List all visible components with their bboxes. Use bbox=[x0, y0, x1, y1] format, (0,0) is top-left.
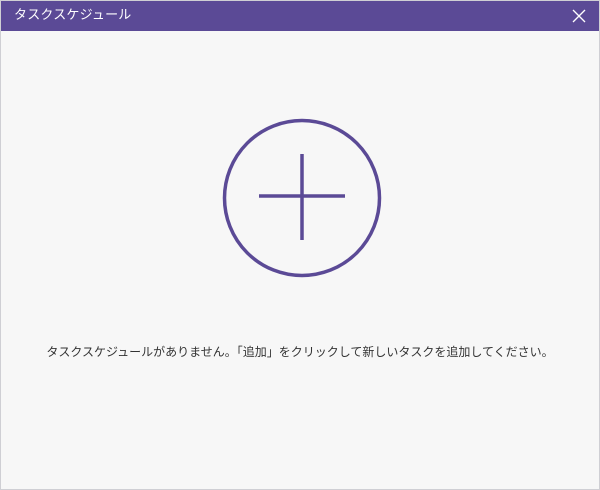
task-schedule-dialog: タスクスケジュール タスクスケジュールがありません。「追加」をクリックして新しい… bbox=[0, 0, 600, 490]
close-button[interactable] bbox=[571, 8, 587, 24]
empty-state-message: タスクスケジュールがありません。「追加」をクリックして新しいタスクを追加してくだ… bbox=[46, 345, 554, 359]
add-task-button[interactable] bbox=[222, 118, 382, 278]
title-bar: タスクスケジュール bbox=[1, 1, 599, 31]
plus-circle-icon bbox=[222, 118, 382, 278]
dialog-title: タスクスケジュール bbox=[14, 8, 132, 23]
close-icon bbox=[572, 9, 586, 23]
main-content: タスクスケジュールがありません。「追加」をクリックして新しいタスクを追加してくだ… bbox=[1, 31, 599, 489]
